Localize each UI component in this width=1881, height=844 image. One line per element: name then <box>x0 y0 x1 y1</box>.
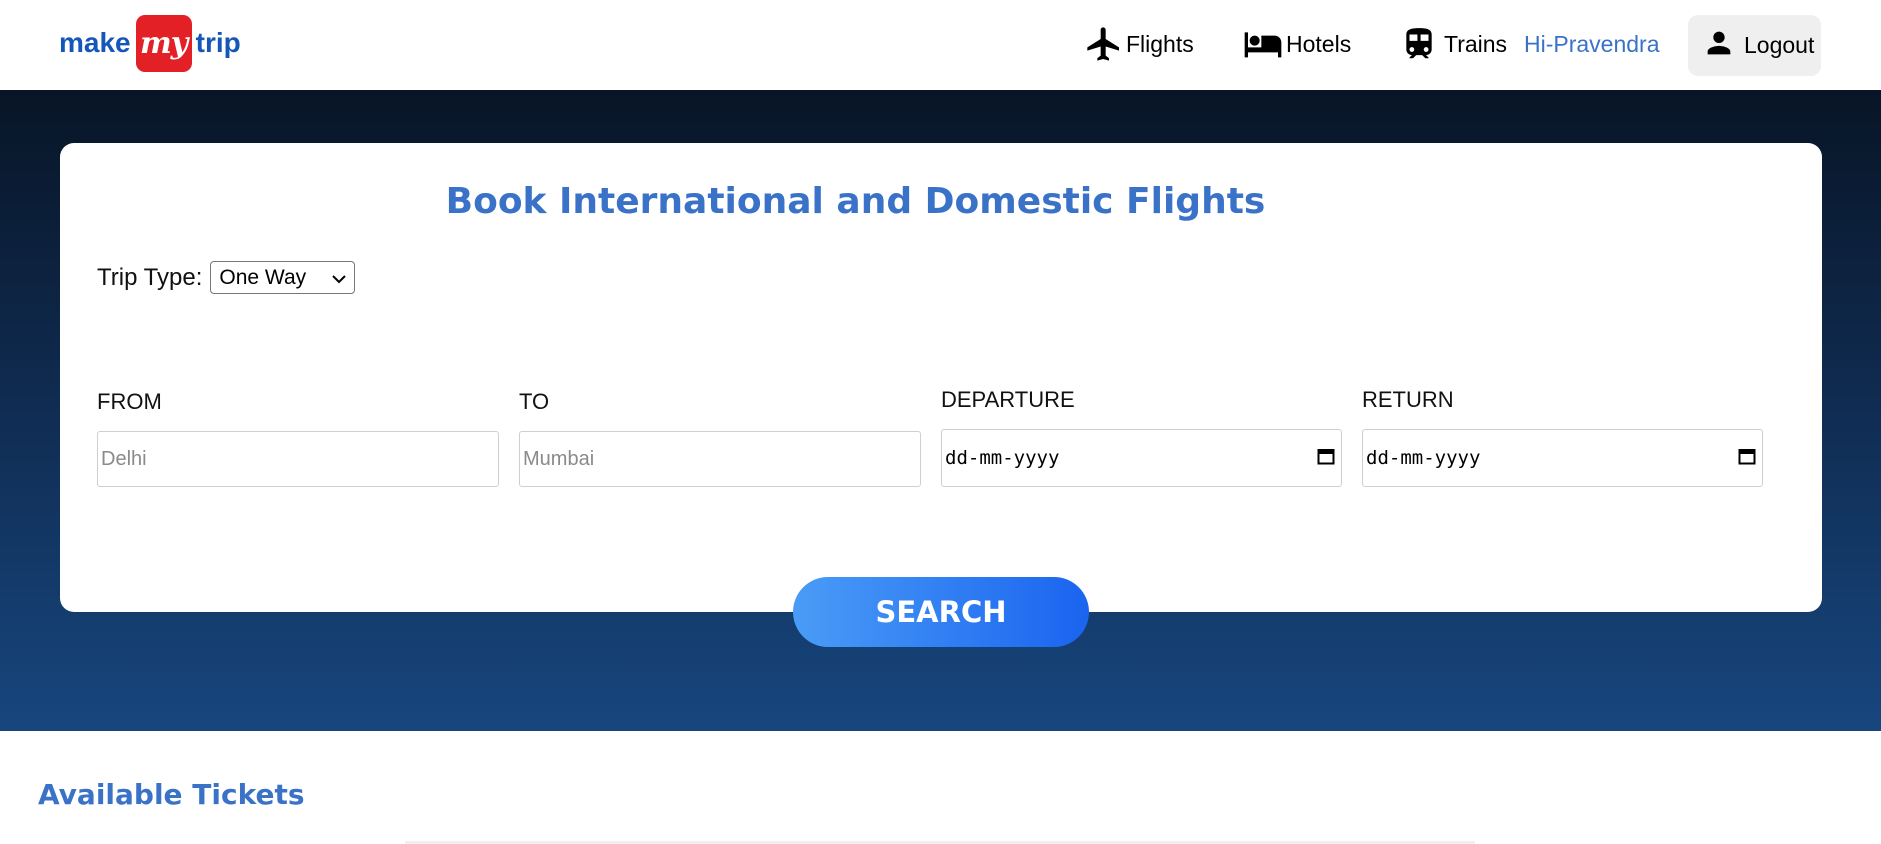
trip-type-select[interactable]: One Way <box>210 261 356 294</box>
nav-hotels[interactable]: Hotels <box>1240 14 1351 74</box>
departure-label: DEPARTURE <box>941 387 1075 412</box>
top-header: make my trip Flights Hotels Trains Hi-Pr… <box>0 0 1881 90</box>
trip-type-row: Trip Type: One Way <box>97 261 356 294</box>
user-greeting[interactable]: Hi-Pravendra <box>1524 14 1660 74</box>
trip-type-value: One Way <box>219 265 307 289</box>
available-tickets-title: Available Tickets <box>38 778 305 811</box>
return-placeholder: dd-mm-yyyy <box>1366 447 1481 469</box>
logo-text-right: trip <box>195 27 241 58</box>
nav-trains[interactable]: Trains <box>1400 14 1507 74</box>
makemytrip-logo[interactable]: make my trip <box>59 14 241 72</box>
chevron-down-icon <box>332 266 347 290</box>
return-date-input[interactable]: dd-mm-yyyy <box>1362 429 1763 487</box>
trip-type-label: Trip Type: <box>97 263 203 291</box>
airplane-icon <box>1084 24 1124 64</box>
return-label: RETURN <box>1362 387 1454 412</box>
logo-badge: my <box>135 14 192 72</box>
from-placeholder: Delhi <box>101 447 147 470</box>
from-input[interactable]: Delhi <box>97 431 499 487</box>
to-input[interactable]: Mumbai <box>519 431 921 487</box>
flight-search-card: Book International and Domestic Flights … <box>60 143 1822 612</box>
bed-icon <box>1240 24 1286 64</box>
calendar-icon[interactable] <box>1317 447 1335 470</box>
calendar-icon[interactable] <box>1738 447 1756 470</box>
nav-hotels-label: Hotels <box>1286 30 1352 57</box>
logo-text-left: make <box>59 27 131 58</box>
train-icon <box>1400 24 1438 64</box>
logout-label: Logout <box>1744 32 1815 58</box>
booking-title: Book International and Domestic Flights <box>445 181 1266 222</box>
nav-trains-label: Trains <box>1444 30 1508 57</box>
departure-placeholder: dd-mm-yyyy <box>945 447 1060 469</box>
search-button[interactable]: SEARCH <box>793 577 1089 647</box>
departure-date-input[interactable]: dd-mm-yyyy <box>941 429 1342 487</box>
nav-flights[interactable]: Flights <box>1084 14 1194 74</box>
user-icon <box>1702 26 1744 66</box>
to-placeholder: Mumbai <box>523 447 595 470</box>
nav-flights-label: Flights <box>1126 30 1194 57</box>
from-label: FROM <box>97 389 162 414</box>
to-label: TO <box>519 389 550 414</box>
logout-button[interactable]: Logout <box>1688 15 1821 76</box>
